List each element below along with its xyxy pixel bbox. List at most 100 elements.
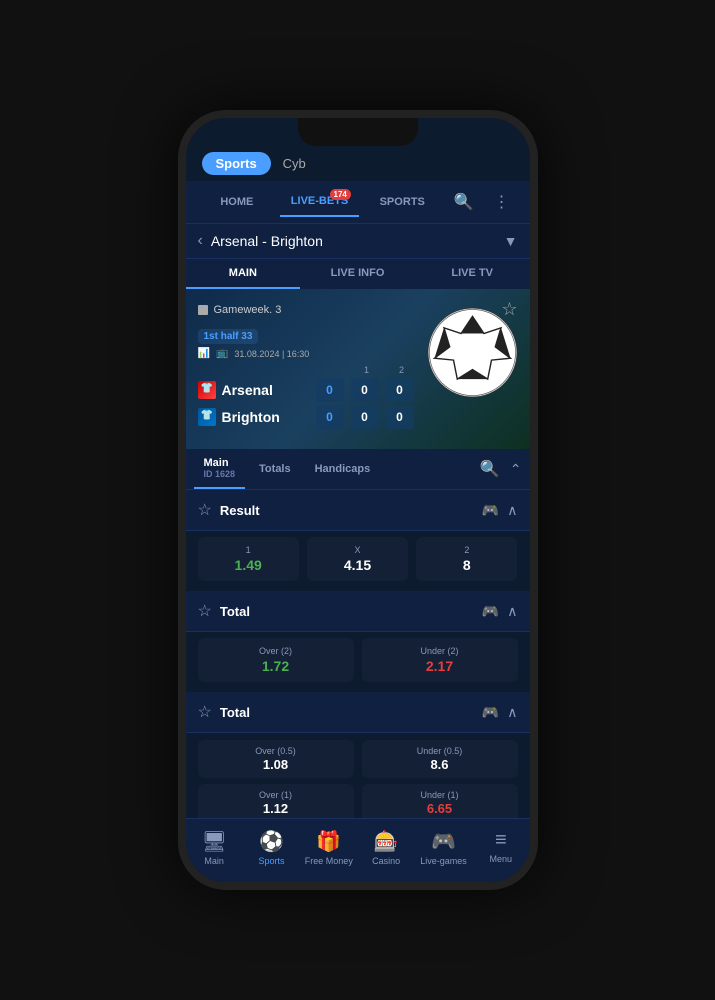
ou-under-1[interactable]: Under (1) 6.65 <box>362 784 518 818</box>
stats-icon: 📊 <box>198 348 210 359</box>
total2-header: ☆ Total 🎮 ∧ <box>186 692 530 733</box>
menu-nav-icon: ≡ <box>495 829 507 852</box>
ou-over-label-0: Over (0.5) <box>208 746 344 756</box>
live-games-nav-icon: 🎮 <box>431 829 456 854</box>
match-date: 31.08.2024 | 16:30 <box>234 349 309 359</box>
result-odds-2[interactable]: 2 8 <box>416 537 517 581</box>
result-section: ☆ Result 🎮 ∧ 1 1.49 X 4.15 2 8 <box>186 490 530 587</box>
free-money-nav-label: Free Money <box>305 856 353 866</box>
top-tabs-bar: Sports Cyb <box>186 146 530 181</box>
tab-cyb[interactable]: Cyb <box>283 156 306 171</box>
total1-section: ☆ Total 🎮 ∧ Over (2) 1.72 Under (2) 2.17 <box>186 591 530 688</box>
free-money-nav-icon: 🎁 <box>316 829 341 854</box>
screen: Sports Cyb HOME LIVE-BETS 174 SPORTS 🔍 ⋮… <box>186 118 530 882</box>
bet-tab-main[interactable]: Main ID 1628 <box>194 449 246 489</box>
tab-main[interactable]: MAIN <box>186 259 301 289</box>
bottom-nav-free-money[interactable]: 🎁 Free Money <box>300 825 357 870</box>
casino-nav-label: Casino <box>372 856 400 866</box>
ou-over-label-1: Over (1) <box>208 790 344 800</box>
ou-under-0[interactable]: Under (0.5) 8.6 <box>362 740 518 778</box>
total1-title: Total <box>220 604 482 619</box>
team2-score-1: 0 <box>351 405 379 429</box>
total1-chevron[interactable]: ∧ <box>507 603 517 620</box>
team2-score-2: 0 <box>386 405 414 429</box>
tab-sports[interactable]: Sports <box>202 152 271 175</box>
ou-over-value-1: 1.12 <box>208 801 344 816</box>
bottom-nav-sports[interactable]: ⚽ Sports <box>243 825 300 870</box>
bet-tab-totals[interactable]: Totals <box>249 455 301 483</box>
result-odds-x[interactable]: X 4.15 <box>307 537 408 581</box>
tab-live-tv[interactable]: LIVE TV <box>415 259 530 289</box>
team1-score-1: 0 <box>351 378 379 402</box>
nav-bar: HOME LIVE-BETS 174 SPORTS 🔍 ⋮ <box>186 181 530 223</box>
total1-info-icon[interactable]: 🎮 <box>482 603 499 620</box>
main-nav-label: Main <box>204 856 224 866</box>
gameweek-badge: Gameweek. 3 <box>198 304 282 316</box>
more-icon[interactable]: ⋮ <box>485 192 517 212</box>
bottom-nav-live-games[interactable]: 🎮 Live-games <box>415 825 472 870</box>
casino-nav-icon: 🎰 <box>374 829 399 854</box>
ou-row-1: Over (1) 1.12 Under (1) 6.65 <box>186 781 530 818</box>
menu-nav-label: Menu <box>490 854 513 864</box>
nav-sports[interactable]: SPORTS <box>363 188 442 216</box>
ou-under-value-0: 8.6 <box>372 757 508 772</box>
match-title: Arsenal - Brighton <box>211 233 504 249</box>
total1-under[interactable]: Under (2) 2.17 <box>362 638 518 682</box>
col-header-2: 2 <box>386 365 418 375</box>
result-star[interactable]: ☆ <box>198 500 212 520</box>
back-button[interactable]: ‹ <box>198 232 203 250</box>
search-icon[interactable]: 🔍 <box>446 192 482 212</box>
team2-name: 👕 Brighton <box>198 405 313 429</box>
ou-under-value-1: 6.65 <box>372 801 508 816</box>
soccer-ball-graphic <box>425 305 520 400</box>
total1-under-value: 2.17 <box>372 658 508 674</box>
col-header-1: 1 <box>351 365 383 375</box>
result-title: Result <box>220 503 482 518</box>
bottom-nav: 🖥 Main ⚽ Sports 🎁 Free Money 🎰 Casino 🎮 … <box>186 818 530 882</box>
bottom-nav-main[interactable]: 🖥 Main <box>186 825 243 870</box>
total1-star[interactable]: ☆ <box>198 601 212 621</box>
total2-star[interactable]: ☆ <box>198 702 212 722</box>
total1-header: ☆ Total 🎮 ∧ <box>186 591 530 632</box>
nav-home[interactable]: HOME <box>198 188 277 216</box>
bet-search-icon[interactable]: 🔍 <box>480 459 500 479</box>
total1-under-label: Under (2) <box>372 646 508 656</box>
total1-over-value: 1.72 <box>208 658 344 674</box>
result-odds-1[interactable]: 1 1.49 <box>198 537 299 581</box>
nav-live-bets[interactable]: LIVE-BETS 174 <box>280 187 359 217</box>
sports-nav-label: Sports <box>258 856 284 866</box>
ou-under-label-1: Under (1) <box>372 790 508 800</box>
betting-tabs: Main ID 1628 Totals Handicaps 🔍 ⌃ <box>186 449 530 490</box>
tab-live-info[interactable]: LIVE INFO <box>300 259 415 289</box>
sub-tabs: MAIN LIVE INFO LIVE TV <box>186 258 530 289</box>
bet-tab-handicaps[interactable]: Handicaps <box>305 455 381 483</box>
total1-over-label: Over (2) <box>208 646 344 656</box>
match-live-status: 1st half 33 <box>198 329 259 344</box>
ou-under-label-0: Under (0.5) <box>372 746 508 756</box>
gameweek-label: Gameweek. 3 <box>214 304 282 316</box>
bottom-nav-menu[interactable]: ≡ Menu <box>472 825 529 870</box>
bet-collapse-icon[interactable]: ⌃ <box>510 461 522 478</box>
total2-title: Total <box>220 705 482 720</box>
result-label-2: 2 <box>426 545 507 555</box>
bottom-nav-casino[interactable]: 🎰 Casino <box>357 825 414 870</box>
gameweek-icon <box>198 305 208 315</box>
result-info-icon[interactable]: 🎮 <box>482 502 499 519</box>
total2-info-icon[interactable]: 🎮 <box>482 704 499 721</box>
result-chevron[interactable]: ∧ <box>507 502 517 519</box>
dropdown-arrow[interactable]: ▼ <box>504 233 518 249</box>
result-value-x: 4.15 <box>317 557 398 573</box>
total2-section: ☆ Total 🎮 ∧ Over (0.5) 1.08 Under (0.5) … <box>186 692 530 818</box>
total2-chevron[interactable]: ∧ <box>507 704 517 721</box>
sports-nav-icon: ⚽ <box>259 829 284 854</box>
team1-score-2: 0 <box>386 378 414 402</box>
match-card: Gameweek. 3 ☆ 1st half 33 📊 📺 31.08.2024… <box>186 289 530 449</box>
total1-over[interactable]: Over (2) 1.72 <box>198 638 354 682</box>
main-nav-icon: 🖥 <box>201 829 226 854</box>
live-games-nav-label: Live-games <box>420 856 467 866</box>
phone-notch <box>298 118 418 146</box>
ou-over-1[interactable]: Over (1) 1.12 <box>198 784 354 818</box>
breadcrumb: ‹ Arsenal - Brighton ▼ <box>186 223 530 258</box>
total1-odds-row: Over (2) 1.72 Under (2) 2.17 <box>186 632 530 688</box>
ou-over-0[interactable]: Over (0.5) 1.08 <box>198 740 354 778</box>
